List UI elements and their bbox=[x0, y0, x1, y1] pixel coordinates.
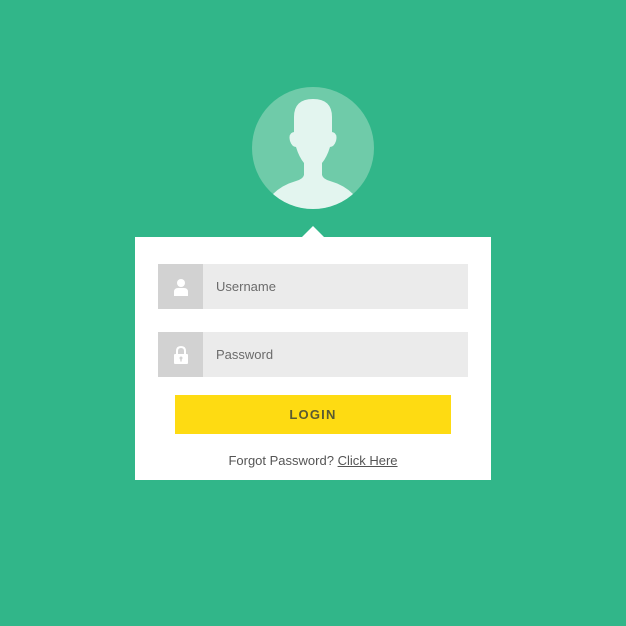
user-silhouette-icon bbox=[272, 99, 354, 209]
password-input[interactable] bbox=[203, 332, 468, 377]
avatar bbox=[252, 87, 374, 209]
lock-icon bbox=[173, 345, 188, 364]
click-here-link[interactable]: Click Here bbox=[338, 453, 398, 468]
card-pointer bbox=[302, 226, 324, 237]
login-button[interactable]: LOGIN bbox=[175, 395, 451, 434]
username-icon-box bbox=[158, 264, 203, 309]
forgot-password-row: Forgot Password? Click Here bbox=[135, 453, 491, 468]
password-field bbox=[158, 332, 468, 377]
user-icon bbox=[173, 278, 188, 296]
username-field bbox=[158, 264, 468, 309]
login-card: LOGIN Forgot Password? Click Here bbox=[135, 237, 491, 480]
username-input[interactable] bbox=[203, 264, 468, 309]
password-icon-box bbox=[158, 332, 203, 377]
forgot-password-text: Forgot Password? bbox=[228, 453, 334, 468]
